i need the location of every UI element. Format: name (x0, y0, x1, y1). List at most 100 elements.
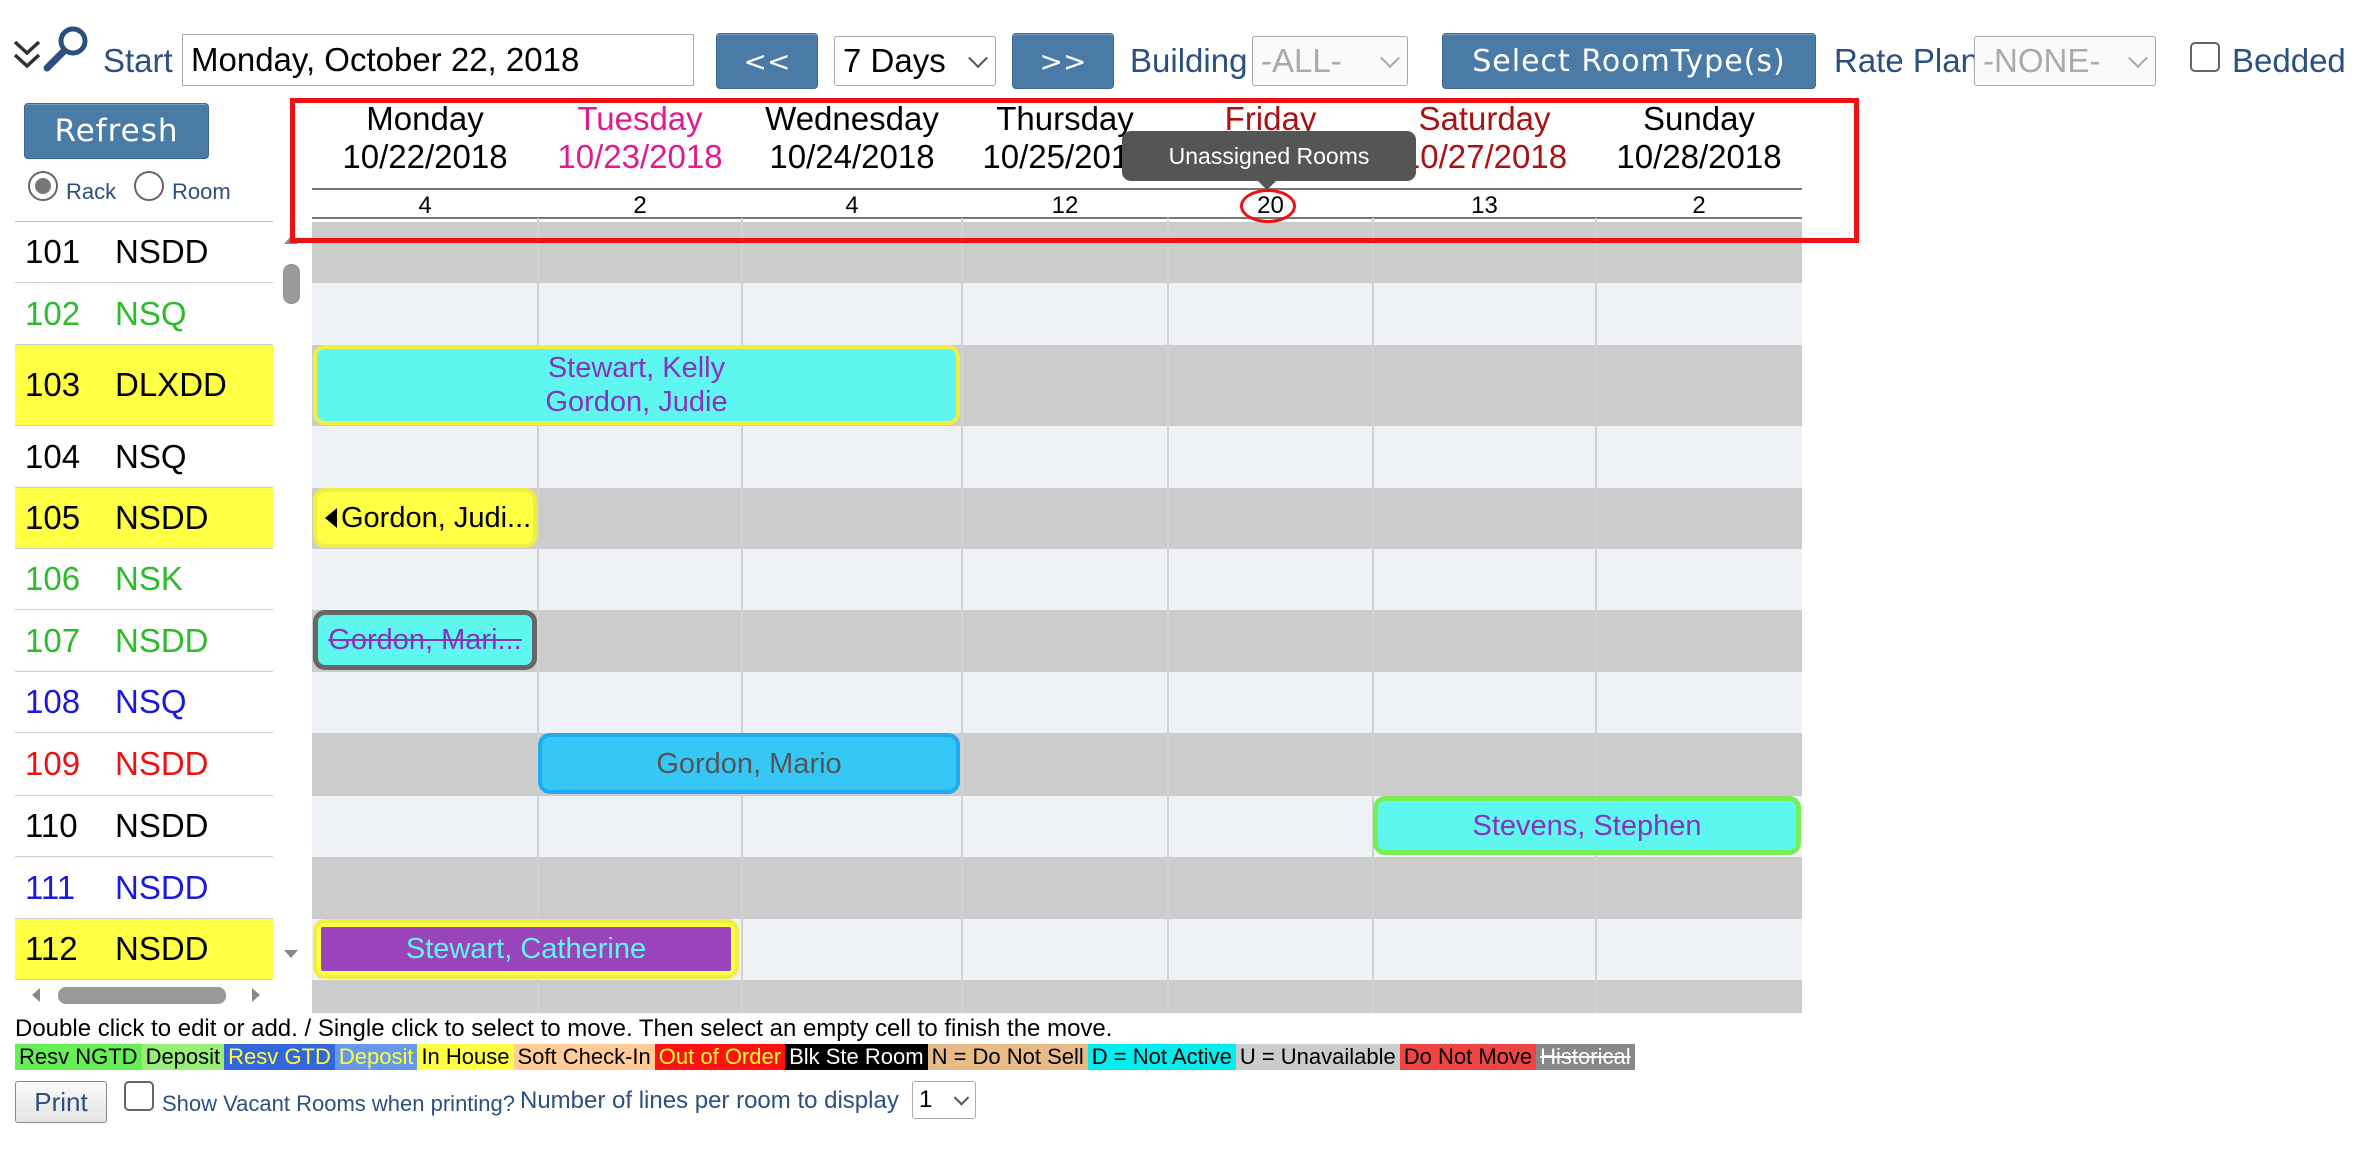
room-row-106[interactable]: 106 NSK (15, 549, 273, 610)
grid-column-divider (741, 218, 743, 1013)
legend-item: Do Not Move (1399, 1044, 1537, 1070)
room-type: NSDD (115, 930, 209, 967)
room-row-102[interactable]: 102 NSQ (15, 283, 273, 345)
reservation-guest: Gordon, Mario (656, 747, 842, 780)
legend-item: Resv GTD (224, 1044, 335, 1070)
grid-column-divider (537, 218, 539, 1013)
grid-row-partial[interactable] (312, 980, 1802, 1013)
building-select[interactable]: -ALL- (1252, 36, 1408, 86)
room-type: NSQ (115, 294, 187, 332)
room-type: NSDD (115, 233, 209, 270)
room-row-104[interactable]: 104 NSQ (15, 426, 273, 488)
room-number: 102 (25, 294, 81, 332)
room-row-103[interactable]: 103 DLXDD (15, 345, 273, 426)
room-type: NSDD (115, 499, 209, 536)
print-button[interactable]: Print (15, 1081, 107, 1123)
reservation-guest: Gordon, Mari... (328, 624, 522, 656)
building-select-value: -ALL- (1261, 42, 1342, 79)
grid-row-108[interactable] (312, 672, 1802, 733)
lines-per-room-select[interactable]: 1 (912, 1081, 976, 1119)
rate-plan-select[interactable]: -NONE- (1974, 36, 2156, 86)
reservation-stewart-catherine[interactable]: Stewart, Catherine (313, 919, 739, 979)
collapse-icon[interactable] (12, 36, 42, 72)
building-label: Building (1130, 42, 1248, 79)
grid-row-106[interactable] (312, 549, 1802, 610)
grid-column-divider (1372, 218, 1374, 1013)
room-number: 111 (25, 868, 76, 906)
room-type: NSQ (115, 437, 187, 475)
room-type: NSDD (115, 807, 209, 844)
room-row-109[interactable]: 109 NSDD (15, 733, 273, 796)
legend-item: Out of Order (654, 1044, 786, 1070)
grid-row-111[interactable] (312, 857, 1802, 919)
room-row-110[interactable]: 110 NSDD (15, 796, 273, 857)
reservation-gordon-judie[interactable]: Gordon, Judi... (313, 488, 537, 548)
room-row-101[interactable]: 101 NSDD (15, 222, 273, 283)
room-number: 110 (25, 807, 78, 844)
room-number: 105 (25, 499, 81, 536)
show-vacant-label: Show Vacant Rooms when printing? (162, 1091, 516, 1116)
room-radio[interactable] (134, 171, 164, 201)
room-label: Room (172, 179, 231, 204)
room-row-107[interactable]: 107 NSDD (15, 610, 273, 672)
chevron-down-icon (968, 48, 988, 69)
reservation-guest-1: Stewart, Kelly (547, 352, 726, 384)
rack-radio[interactable] (28, 171, 58, 201)
reservation-gordon-mario-historical[interactable]: Gordon, Mari... (313, 610, 537, 670)
reservation-gordon-mario[interactable]: Gordon, Mario (538, 733, 960, 794)
start-date-input[interactable]: Monday, October 22, 2018 (182, 34, 694, 86)
legend-item: Soft Check-In (513, 1044, 655, 1070)
search-icon[interactable] (42, 24, 92, 74)
previous-week-button[interactable]: << (716, 33, 818, 89)
reservation-stewart-kelly[interactable]: Stewart, Kelly Gordon, Judie (313, 345, 960, 425)
room-type: DLXDD (115, 366, 227, 403)
room-row-105[interactable]: 105 NSDD (15, 488, 273, 549)
room-number: 104 (25, 437, 81, 475)
count-highlight-circle (1240, 189, 1296, 223)
instructions-text: Double click to edit or add. / Single cl… (15, 1015, 1113, 1042)
tooltip-arrow (1257, 180, 1277, 190)
next-week-button[interactable]: >> (1012, 33, 1114, 89)
grid-row-109[interactable] (312, 733, 1802, 796)
legend-item: U = Unavailable (1235, 1044, 1400, 1070)
room-type: NSDD (115, 868, 209, 906)
room-number: 103 (25, 366, 81, 403)
legend-item: In House (417, 1044, 514, 1070)
unassigned-rooms-tooltip: Unassigned Rooms (1122, 131, 1416, 181)
reservation-guest: Stevens, Stephen (1472, 809, 1702, 842)
highlight-box (290, 98, 1859, 243)
rate-plan-select-value: -NONE- (1983, 42, 2101, 79)
reservation-stevens-stephen[interactable]: Stevens, Stephen (1373, 796, 1801, 855)
room-type: NSK (115, 560, 183, 597)
room-list-scrollbar[interactable] (280, 222, 302, 962)
room-row-111[interactable]: 111 NSDD (15, 857, 273, 919)
legend-item: D = Not Active (1087, 1044, 1236, 1070)
bedded-checkbox[interactable] (2190, 42, 2220, 72)
room-row-112[interactable]: 112 NSDD (15, 919, 273, 980)
reservation-guest: Stewart, Catherine (321, 927, 731, 971)
room-number: 106 (25, 560, 81, 597)
grid-column-divider (1595, 218, 1597, 1013)
room-row-108[interactable]: 108 NSQ (15, 672, 273, 733)
room-type: NSDD (115, 621, 209, 659)
legend-item: Historical (1536, 1044, 1635, 1070)
days-select-value: 7 Days (843, 42, 946, 79)
room-type: NSDD (115, 745, 209, 782)
room-number: 101 (25, 233, 81, 270)
chevron-down-icon (2128, 48, 2148, 69)
room-type: NSQ (115, 683, 187, 720)
grid-row-104[interactable] (312, 426, 1802, 488)
legend-item: Resv NGTD (15, 1044, 142, 1070)
reservation-guest-2: Gordon, Judie (545, 386, 728, 418)
select-roomtype-button[interactable]: Select RoomType(s) (1442, 33, 1816, 89)
bedded-label: Bedded (2232, 42, 2346, 79)
grid-column-divider (961, 218, 963, 1013)
status-legend: Resv NGTD Deposit Resv GTD Deposit In House S… (15, 1044, 1635, 1070)
reservation-guest: Gordon, Judi... (341, 502, 532, 534)
grid-row-102[interactable] (312, 283, 1802, 345)
days-select[interactable]: 7 Days (834, 36, 996, 86)
show-vacant-checkbox[interactable] (124, 1081, 154, 1111)
lines-per-room-value: 1 (919, 1086, 933, 1113)
refresh-button[interactable]: Refresh (24, 103, 209, 159)
horizontal-scrollbar[interactable] (20, 980, 265, 1010)
